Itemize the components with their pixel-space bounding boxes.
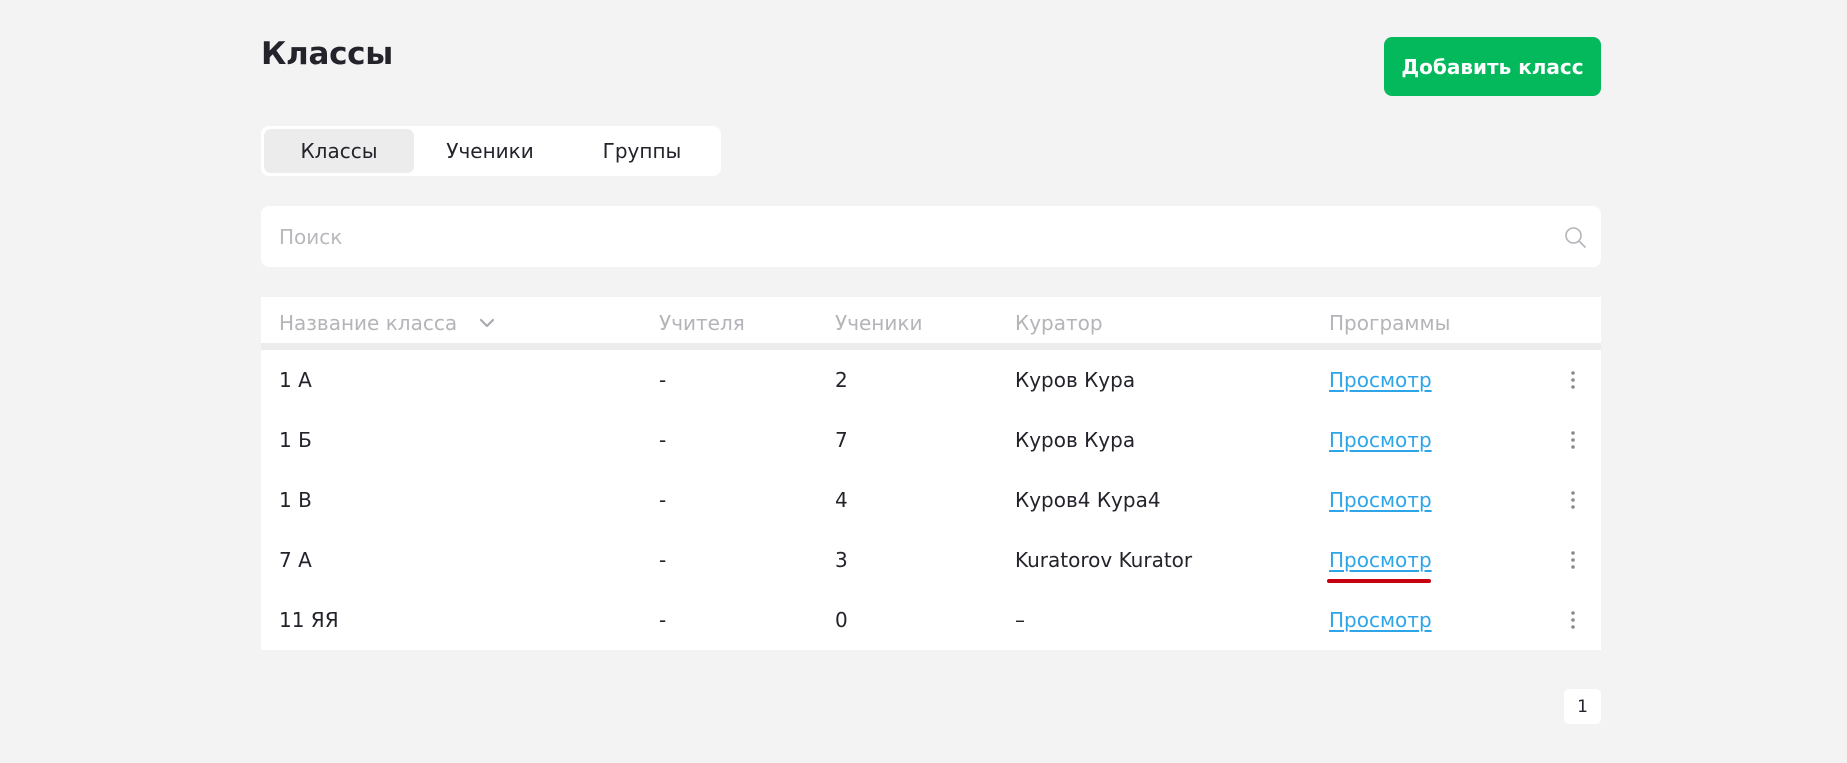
tab-students[interactable]: Ученики <box>414 129 566 173</box>
more-vertical-icon[interactable] <box>1561 548 1585 572</box>
classes-page: Классы Добавить класс Классы Ученики Гру… <box>0 0 1847 763</box>
teachers-cell: - <box>659 608 667 632</box>
curator-cell: Куров Кура <box>1015 428 1136 452</box>
column-header-teachers: Учителя <box>659 311 745 335</box>
teachers-cell: - <box>659 488 667 512</box>
add-class-button[interactable]: Добавить класс <box>1384 37 1601 96</box>
view-programs-link[interactable]: Просмотр <box>1329 410 1432 470</box>
curator-cell: Kuratorov Kurator <box>1015 548 1193 572</box>
search-icon[interactable] <box>1563 225 1587 249</box>
students-cell: 2 <box>835 368 848 392</box>
column-header-curator: Куратор <box>1015 311 1103 335</box>
table-row[interactable]: 11 ЯЯ - 0 – Просмотр <box>261 590 1601 650</box>
students-cell: 4 <box>835 488 848 512</box>
table-row[interactable]: 7 А - 3 Kuratorov Kurator Просмотр <box>261 530 1601 590</box>
class-name-cell: 1 В <box>279 488 312 512</box>
table-row[interactable]: 1 В - 4 Куров4 Кура4 Просмотр <box>261 470 1601 530</box>
column-header-label: Название класса <box>279 311 458 335</box>
tab-bar: Классы Ученики Группы <box>261 126 721 176</box>
search-bar <box>261 206 1601 267</box>
more-vertical-icon[interactable] <box>1561 608 1585 632</box>
view-programs-link[interactable]: Просмотр <box>1329 350 1432 410</box>
teachers-cell: - <box>659 428 667 452</box>
table-row[interactable]: 1 А - 2 Куров Кура Просмотр <box>261 350 1601 410</box>
teachers-cell: - <box>659 548 667 572</box>
column-header-programs: Программы <box>1329 311 1451 335</box>
search-input[interactable] <box>261 206 1551 267</box>
column-header-students: Ученики <box>835 311 923 335</box>
table-header: Название класса Учителя Ученики Куратор … <box>261 297 1601 350</box>
table-row[interactable]: 1 Б - 7 Куров Кура Просмотр <box>261 410 1601 470</box>
curator-cell: Куров Кура <box>1015 368 1136 392</box>
class-name-cell: 1 Б <box>279 428 312 452</box>
students-cell: 3 <box>835 548 848 572</box>
column-header-class-name[interactable]: Название класса <box>279 297 495 350</box>
highlight-underline <box>1327 579 1431 583</box>
tab-groups[interactable]: Группы <box>566 129 718 173</box>
more-vertical-icon[interactable] <box>1561 428 1585 452</box>
view-programs-link[interactable]: Просмотр <box>1329 470 1432 530</box>
pagination-page-1[interactable]: 1 <box>1564 689 1601 724</box>
class-name-cell: 7 А <box>279 548 312 572</box>
tab-classes[interactable]: Классы <box>264 129 414 173</box>
students-cell: 0 <box>835 608 848 632</box>
class-name-cell: 11 ЯЯ <box>279 608 339 632</box>
more-vertical-icon[interactable] <box>1561 368 1585 392</box>
page-title: Классы <box>261 36 393 72</box>
chevron-down-icon[interactable] <box>479 318 495 328</box>
teachers-cell: - <box>659 368 667 392</box>
students-cell: 7 <box>835 428 848 452</box>
more-vertical-icon[interactable] <box>1561 488 1585 512</box>
curator-cell: – <box>1015 608 1025 632</box>
class-name-cell: 1 А <box>279 368 312 392</box>
view-programs-link[interactable]: Просмотр <box>1329 590 1432 650</box>
classes-table: Название класса Учителя Ученики Куратор … <box>261 297 1601 650</box>
curator-cell: Куров4 Кура4 <box>1015 488 1161 512</box>
